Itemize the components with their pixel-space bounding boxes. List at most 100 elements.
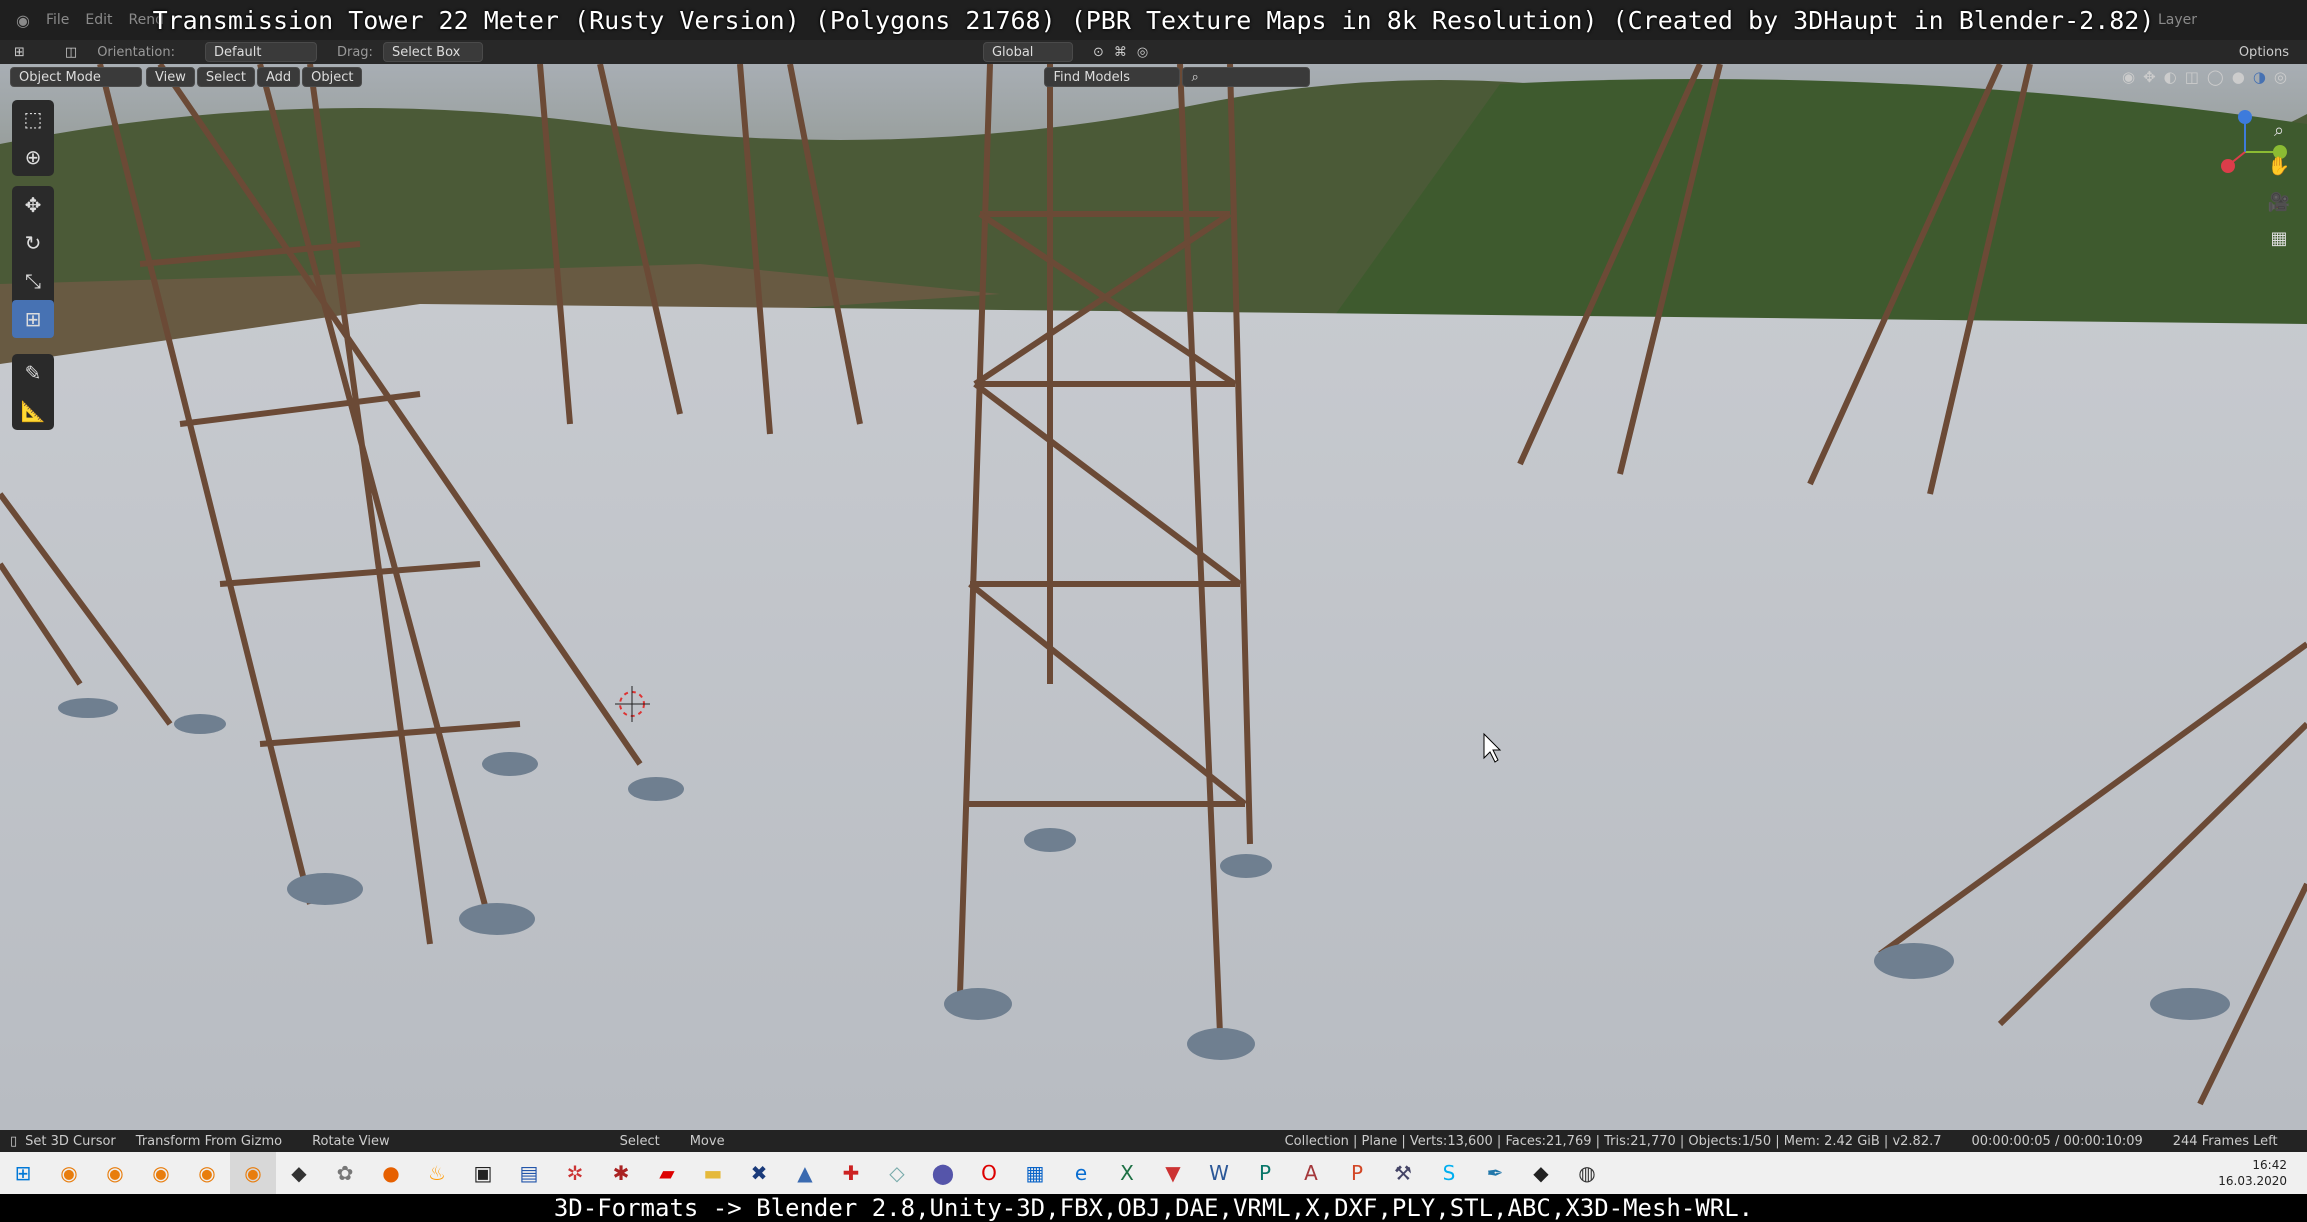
options-dropdown[interactable]: Options (2239, 45, 2289, 60)
camera-icon[interactable]: 🎥 (2263, 186, 2295, 218)
app-icon-flame[interactable]: ♨ (414, 1152, 460, 1194)
zoom-icon[interactable]: ⌕ (2263, 114, 2295, 146)
app-icon-gimp[interactable]: ✿ (322, 1152, 368, 1194)
outlook-icon[interactable]: ▦ (1012, 1152, 1058, 1194)
orientation-value: Default (213, 44, 262, 60)
folder-icon[interactable]: ▬ (690, 1152, 736, 1194)
pan-hand-icon[interactable]: ✋ (2263, 150, 2295, 182)
app-icon-puzzle[interactable]: ✱ (598, 1152, 644, 1194)
drag-value: Select Box (391, 44, 461, 60)
skype-icon[interactable]: S (1426, 1152, 1472, 1194)
clock-time: 16:42 (2252, 1158, 2287, 1172)
wireframe-shading-icon[interactable]: ◯ (2207, 68, 2224, 86)
object-mode-dropdown[interactable]: Object Mode (10, 67, 142, 87)
playback-time: 00:00:00:05 / 00:00:10:09 (1971, 1133, 2143, 1149)
menu-view[interactable]: View (146, 67, 195, 87)
access-icon[interactable]: A (1288, 1152, 1334, 1194)
app-icon-round[interactable]: ◍ (1564, 1152, 1610, 1194)
viewport-header: Object Mode View Select Add Object Find … (0, 64, 2307, 90)
pdf-icon[interactable]: ▰ (644, 1152, 690, 1194)
bottom-caption: 3D-Formats -> Blender 2.8,Unity-3D,FBX,O… (0, 1194, 2307, 1222)
windows-taskbar: ⊞ ◉ ◉ ◉ ◉ ◉ ◆ ✿ ● ♨ ▣ ▤ ✲ ✱ ▰ ▬ ✖ ▲ ✚ ◇ … (0, 1152, 2307, 1194)
unity-icon[interactable]: ◆ (276, 1152, 322, 1194)
unity-icon-2[interactable]: ◆ (1518, 1152, 1564, 1194)
maps-icon[interactable]: ⬤ (920, 1152, 966, 1194)
pivot-icon[interactable]: ⊙ (1093, 45, 1104, 60)
app-icon-x[interactable]: ✖ (736, 1152, 782, 1194)
save-disk-icon[interactable]: ▤ (506, 1152, 552, 1194)
vivaldi-icon[interactable]: ▼ (1150, 1152, 1196, 1194)
transform-icon[interactable]: ⊞ (12, 300, 54, 338)
transform-value: Global (991, 44, 1034, 60)
pen-icon[interactable]: ✒ (1472, 1152, 1518, 1194)
transform-orientation-dropdown[interactable]: Global (982, 42, 1073, 62)
terminal-icon[interactable]: ▣ (460, 1152, 506, 1194)
menu-file[interactable]: File (46, 12, 69, 28)
3d-viewport[interactable] (0, 64, 2307, 1130)
annotate-toolbar: ✎ 📐 (12, 354, 54, 430)
menu-add[interactable]: Add (256, 67, 301, 87)
scene-stats: Collection | Plane | Verts:13,600 | Face… (1284, 1133, 1942, 1149)
cursor-icon[interactable]: ⊕ (12, 138, 54, 176)
toolbar: ⬚ ⊕ (12, 100, 54, 176)
screen: ◉ File Edit Rend Layer Transmission Towe… (0, 0, 2307, 1222)
tool-header: ⊞ ◫ Orientation: Default Drag: Select Bo… (0, 40, 2307, 64)
chart-app-icon[interactable]: ▲ (782, 1152, 828, 1194)
scale-icon[interactable]: ⤡ (12, 262, 54, 300)
menu-edit[interactable]: Edit (85, 12, 112, 28)
app-icon-tool[interactable]: ⚒ (1380, 1152, 1426, 1194)
orientation-label: Orientation: (97, 44, 175, 60)
menu-select[interactable]: Select (196, 67, 255, 87)
app-icon-cube[interactable]: ◇ (874, 1152, 920, 1194)
find-models-dropdown[interactable]: Find Models (1044, 67, 1181, 87)
app-icon-network[interactable]: ✲ (552, 1152, 598, 1194)
status-bar: ▯ Set 3D Cursor Transform From Gizmo Rot… (0, 1130, 2307, 1152)
xray-icon[interactable]: ◫ (2185, 68, 2199, 86)
powerpoint-icon[interactable]: P (1334, 1152, 1380, 1194)
overlay-icon[interactable]: ◐ (2164, 68, 2177, 86)
annotate-icon[interactable]: ✎ (12, 354, 54, 392)
find-models-search-input[interactable]: ⌕ (1182, 67, 1311, 87)
rotate-icon[interactable]: ↻ (12, 224, 54, 262)
gizmo-icon[interactable]: ✥ (2143, 68, 2156, 86)
move-icon[interactable]: ✥ (12, 186, 54, 224)
windows-start-icon[interactable]: ⊞ (0, 1152, 46, 1194)
measure-icon[interactable]: 📐 (12, 392, 54, 430)
firefox-icon[interactable]: ● (368, 1152, 414, 1194)
snap-icon[interactable]: ⌘ (1114, 45, 1127, 60)
status-hint-5: Move (689, 1133, 725, 1149)
proportional-edit-icon[interactable]: ◎ (1137, 45, 1148, 60)
drag-label: Drag: (336, 44, 373, 60)
visibility-icon[interactable]: ◉ (2122, 68, 2135, 86)
blender-app-icon-3[interactable]: ◉ (138, 1152, 184, 1194)
edge-icon[interactable]: e (1058, 1152, 1104, 1194)
material-shading-icon[interactable]: ◑ (2253, 68, 2266, 86)
rendered-shading-icon[interactable]: ◎ (2274, 68, 2287, 86)
menu-object[interactable]: Object (302, 67, 363, 87)
shading-controls: ◉ ✥ ◐ ◫ ◯ ● ◑ ◎ (2122, 68, 2287, 86)
select-box-icon[interactable]: ⬚ (12, 100, 54, 138)
solid-shading-icon[interactable]: ● (2232, 68, 2245, 86)
mouse-left-icon: ▯ (10, 1133, 18, 1149)
publisher-icon[interactable]: P (1242, 1152, 1288, 1194)
drag-dropdown[interactable]: Select Box (382, 42, 483, 62)
word-icon[interactable]: W (1196, 1152, 1242, 1194)
ground-plane (0, 304, 2307, 1130)
opera-icon[interactable]: O (966, 1152, 1012, 1194)
editor-type-icon[interactable]: ⊞ (14, 45, 25, 60)
blender-app-icon[interactable]: ◉ (46, 1152, 92, 1194)
tool-settings-icon[interactable]: ◫ (65, 45, 77, 60)
blender-logo-icon[interactable]: ◉ (16, 11, 30, 30)
app-icon-red[interactable]: ✚ (828, 1152, 874, 1194)
view-layer-label[interactable]: Layer (2158, 12, 2197, 28)
blender-app-icon-4[interactable]: ◉ (184, 1152, 230, 1194)
viewport-navigation: ⌕ ✋ 🎥 ▦ (2259, 110, 2299, 258)
clock[interactable]: 16:42 16.03.2020 (2218, 1157, 2287, 1189)
excel-icon[interactable]: X (1104, 1152, 1150, 1194)
blender-app-icon-2[interactable]: ◉ (92, 1152, 138, 1194)
grid-icon[interactable]: ▦ (2263, 222, 2295, 254)
blender-app-icon-5[interactable]: ◉ (230, 1152, 276, 1194)
orientation-dropdown[interactable]: Default (204, 42, 317, 62)
menu-render[interactable]: Rend (129, 12, 164, 28)
search-icon: ⌕ (1191, 69, 1199, 85)
